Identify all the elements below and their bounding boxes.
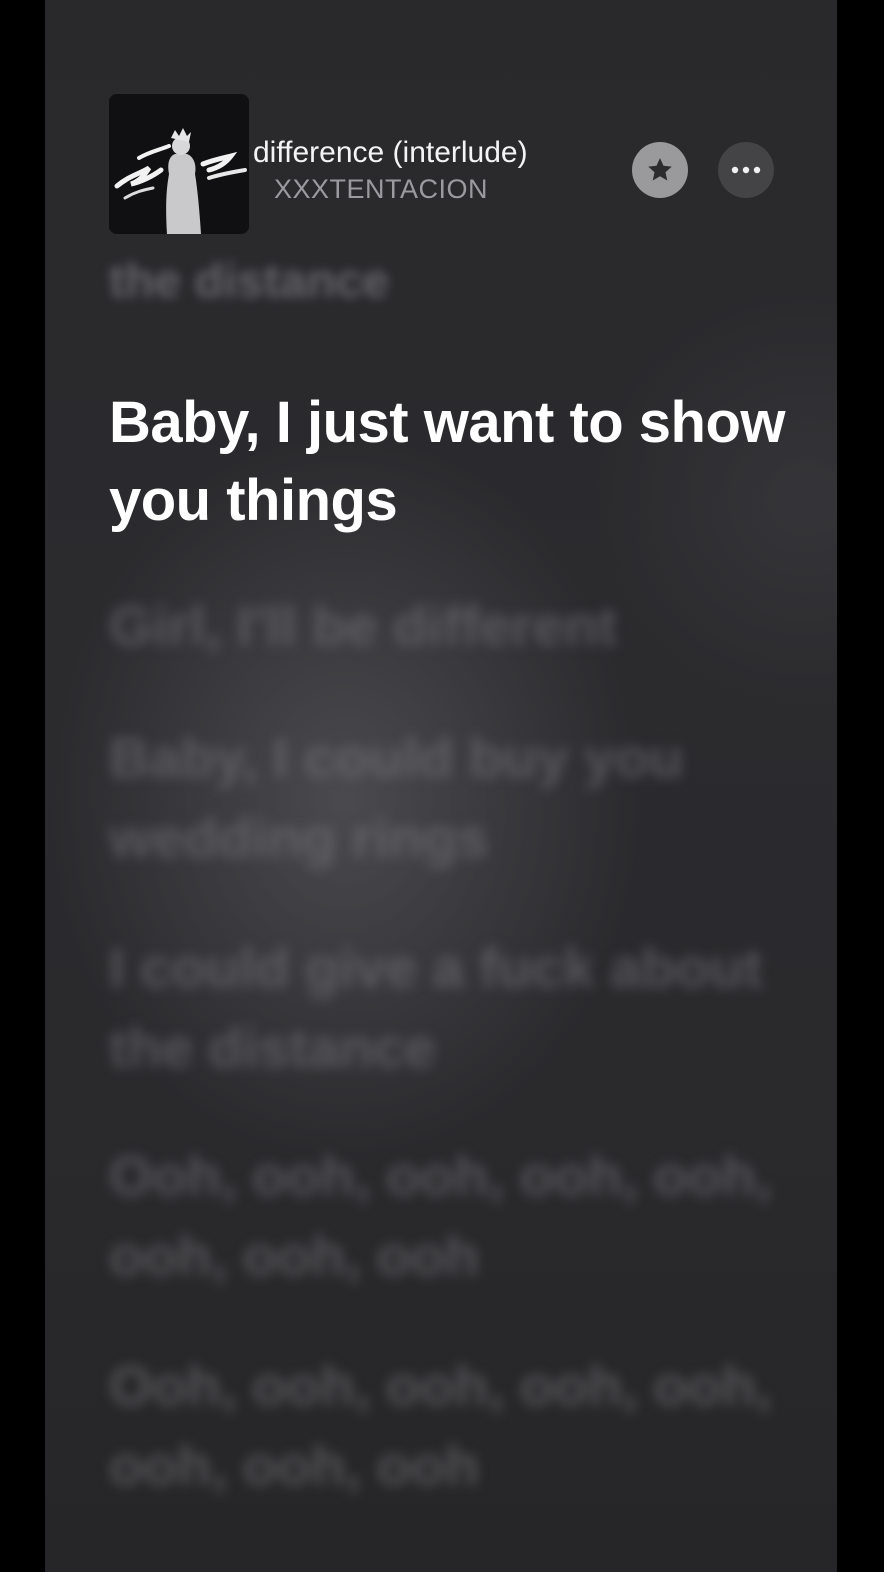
lyric-line-upcoming[interactable]: Ooh, ooh, ooh, ooh, ooh, ooh, ooh, ooh — [109, 1136, 809, 1296]
phone-frame: difference (interlude) XXXTENTACION the … — [0, 0, 884, 1572]
lyric-line-upcoming[interactable]: Girl, I'll be different — [109, 586, 809, 666]
artist-name[interactable]: XXXTENTACION — [274, 174, 488, 205]
lyric-line-upcoming[interactable]: I could give a fuck about the distance — [109, 928, 809, 1088]
ellipsis-icon — [731, 166, 761, 174]
more-button[interactable] — [718, 142, 774, 198]
star-icon — [648, 158, 672, 181]
lyric-line-upcoming[interactable]: Ooh, ooh, ooh, ooh, ooh, ooh, ooh, ooh — [109, 1346, 809, 1506]
album-artwork[interactable] — [109, 94, 249, 234]
song-title[interactable]: difference (interlude) — [253, 136, 528, 170]
lyric-line-previous[interactable]: the distance — [109, 254, 389, 309]
lyrics-screen: difference (interlude) XXXTENTACION the … — [45, 0, 837, 1572]
lyric-line-upcoming[interactable]: Baby, I could buy you wedding rings — [109, 718, 809, 878]
lyric-line-current[interactable]: Baby, I just want to show you things — [109, 384, 789, 540]
album-artwork-image — [109, 94, 249, 234]
favorite-button[interactable] — [632, 142, 688, 198]
